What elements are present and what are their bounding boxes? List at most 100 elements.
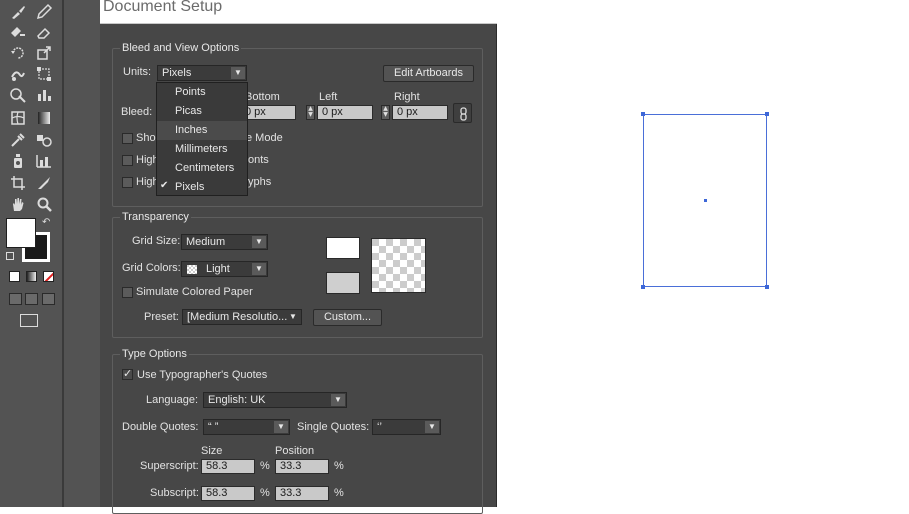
- superscript-size-input[interactable]: 58.3: [201, 459, 255, 474]
- simulate-paper-label: Simulate Colored Paper: [136, 286, 253, 298]
- bleed-bottom-input[interactable]: 0 px: [240, 105, 296, 120]
- bleed-right-spinner[interactable]: ▲ ▼: [381, 105, 390, 120]
- language-dropdown[interactable]: English: UK ▼: [203, 392, 347, 408]
- subscript-size-input[interactable]: 58.3: [201, 486, 255, 501]
- preset-dropdown[interactable]: [Medium Resolutio... ▼: [182, 309, 302, 325]
- single-quotes-dropdown[interactable]: ‘’ ▼: [372, 419, 441, 435]
- mesh-icon[interactable]: [6, 108, 30, 128]
- highlight-fonts-checkbox[interactable]: [122, 155, 133, 166]
- chevron-down-icon: ▼: [252, 236, 266, 248]
- simulate-paper-checkbox[interactable]: [122, 287, 133, 298]
- chevron-down-icon: ▼: [252, 263, 266, 275]
- chevron-down-icon: ▼: [274, 421, 288, 433]
- grid-size-dropdown[interactable]: Medium ▼: [181, 234, 268, 250]
- units-menu-item-pixels[interactable]: Pixels: [157, 178, 247, 197]
- shaper-icon[interactable]: [6, 22, 30, 42]
- chevron-down-icon: ▼: [331, 394, 345, 406]
- bleed-left-spinner[interactable]: ▲ ▼: [306, 105, 315, 120]
- column-graph-icon[interactable]: [32, 151, 56, 171]
- grid-colors-dropdown[interactable]: Light ▼: [181, 261, 268, 277]
- draw-normal-icon[interactable]: [9, 293, 22, 305]
- shape-builder-icon[interactable]: [6, 85, 30, 105]
- tools-panel: ↶: [0, 0, 62, 507]
- fill-swatch[interactable]: [6, 218, 36, 248]
- units-menu-item-inches[interactable]: Inches: [157, 121, 247, 140]
- draw-behind-icon[interactable]: [25, 293, 38, 305]
- double-quotes-label: Double Quotes:: [122, 421, 199, 433]
- superscript-size-percent: %: [260, 460, 270, 472]
- subscript-position-input[interactable]: 33.3: [275, 486, 329, 501]
- artboard-icon[interactable]: [6, 173, 30, 193]
- superscript-position-input[interactable]: 33.3: [275, 459, 329, 474]
- hand-icon[interactable]: [6, 194, 30, 214]
- eraser-icon[interactable]: [32, 22, 56, 42]
- units-menu-item-points[interactable]: Points: [157, 83, 247, 102]
- subscript-size-percent: %: [260, 487, 270, 499]
- transparency-group-title: Transparency: [120, 211, 191, 223]
- highlight-fonts-suffix: onts: [248, 154, 269, 166]
- eyedropper-icon[interactable]: [6, 130, 30, 150]
- warp-icon[interactable]: [6, 64, 30, 84]
- size-column-header: Size: [201, 445, 223, 457]
- rotate-icon[interactable]: [6, 43, 30, 63]
- artboard-handle[interactable]: [765, 285, 769, 289]
- color-mode-icon[interactable]: [9, 271, 20, 282]
- single-quotes-label: Single Quotes:: [297, 421, 370, 433]
- gradient-icon[interactable]: [32, 108, 56, 128]
- document-setup-dialog: Document Setup Bleed and View Options Un…: [100, 0, 497, 514]
- transparency-preview: [371, 238, 426, 293]
- superscript-position-percent: %: [334, 460, 344, 472]
- slice-icon[interactable]: [32, 173, 56, 193]
- outline-mode-label: e Mode: [246, 132, 283, 144]
- units-dropdown[interactable]: Pixels ▼: [157, 65, 247, 81]
- draw-inside-icon[interactable]: [42, 293, 55, 305]
- paintbrush-icon[interactable]: [6, 2, 30, 22]
- bleed-right-input[interactable]: 0 px: [392, 105, 448, 120]
- scale-icon[interactable]: [32, 43, 56, 63]
- checkmark-icon: ✔: [160, 180, 169, 191]
- show-images-checkbox[interactable]: [122, 133, 133, 144]
- bleed-right-label: Right: [394, 91, 420, 103]
- units-dropdown-value: Pixels: [162, 67, 192, 79]
- screen-mode-icon[interactable]: [20, 314, 38, 327]
- swap-colors-icon[interactable]: ↶: [42, 217, 50, 228]
- subscript-position-percent: %: [334, 487, 344, 499]
- units-menu-item-centimeters[interactable]: Centimeters: [157, 159, 247, 178]
- single-quotes-value: ‘’: [377, 421, 382, 433]
- link-bleed-button[interactable]: [453, 103, 472, 123]
- blend-icon[interactable]: [32, 130, 56, 150]
- checkmark-icon: ✓: [123, 367, 133, 380]
- artboard-handle[interactable]: [641, 285, 645, 289]
- custom-button[interactable]: Custom...: [313, 309, 382, 326]
- grid-color-2-swatch[interactable]: [326, 272, 360, 294]
- free-transform-icon[interactable]: [32, 64, 56, 84]
- position-column-header: Position: [275, 445, 315, 457]
- typographers-quotes-checkbox[interactable]: ✓: [122, 367, 133, 380]
- units-menu-item-picas[interactable]: Picas: [157, 102, 247, 121]
- dialog-titlebar[interactable]: Document Setup: [100, 0, 497, 24]
- subscript-label: Subscript:: [150, 487, 199, 499]
- artboard-handle[interactable]: [641, 112, 645, 116]
- chain-link-icon: [460, 107, 467, 121]
- chevron-down-icon: ▼: [231, 67, 245, 79]
- default-colors-icon[interactable]: [6, 252, 14, 260]
- none-mode-icon[interactable]: [43, 271, 54, 282]
- zoom-icon[interactable]: [32, 194, 56, 214]
- artboard-handle[interactable]: [765, 112, 769, 116]
- pencil-icon[interactable]: [32, 2, 56, 22]
- highlight-glyphs-checkbox[interactable]: [122, 177, 133, 188]
- symbol-sprayer-icon[interactable]: [6, 151, 30, 171]
- bleed-left-input[interactable]: 0 px: [317, 105, 373, 120]
- gradient-mode-icon[interactable]: [26, 271, 37, 282]
- double-quotes-dropdown[interactable]: “ ” ▼: [203, 419, 290, 435]
- chevron-down-icon: ▼: [289, 312, 297, 321]
- units-label: Units:: [123, 66, 152, 78]
- units-menu-item-millimeters[interactable]: Millimeters: [157, 140, 247, 159]
- double-quotes-value: “ ”: [208, 421, 219, 433]
- grid-size-value: Medium: [186, 236, 226, 248]
- bleed-left-label: Left: [319, 91, 338, 103]
- chart-icon[interactable]: [32, 85, 56, 105]
- edit-artboards-button[interactable]: Edit Artboards: [383, 65, 474, 82]
- type-options-group-title: Type Options: [120, 348, 189, 360]
- grid-color-1-swatch[interactable]: [326, 237, 360, 259]
